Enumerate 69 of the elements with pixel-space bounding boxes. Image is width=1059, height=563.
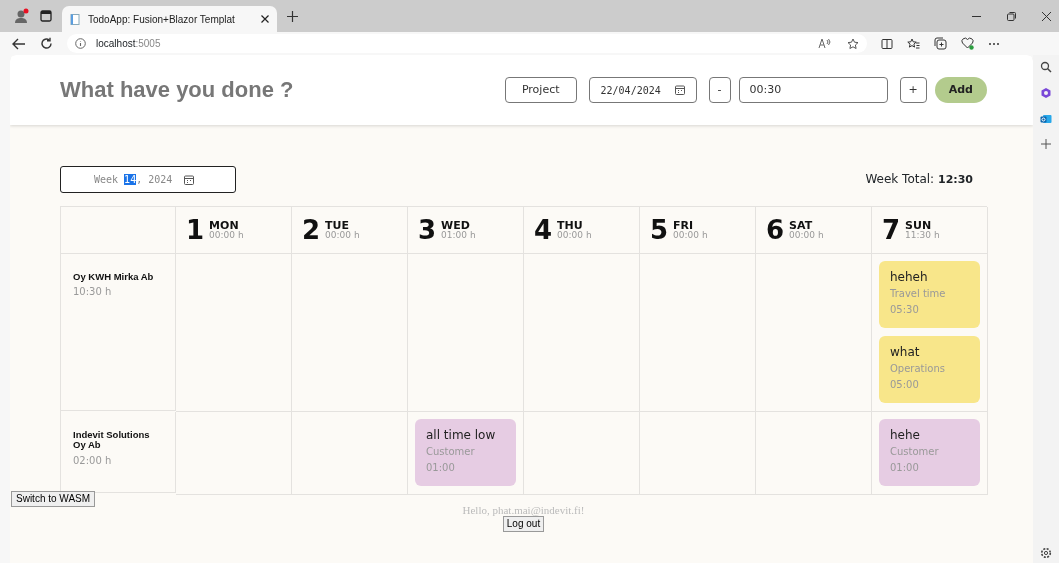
mail-icon[interactable] <box>1040 113 1052 125</box>
day-number: 6 <box>766 217 785 243</box>
minimize-icon[interactable] <box>972 15 981 17</box>
settings-icon[interactable] <box>1040 547 1052 559</box>
week-total: Week Total: 12:30 <box>865 171 973 189</box>
day-hours: 00:00 h <box>789 231 824 240</box>
plus-button[interactable]: + <box>899 77 927 103</box>
day-number: 1 <box>186 217 205 243</box>
tab-actions-icon[interactable] <box>40 10 52 22</box>
new-tab-icon[interactable] <box>287 10 298 22</box>
project-hours: 02:00 h <box>73 453 113 468</box>
time-entry-card[interactable]: heheh Travel time 05:30 <box>879 261 980 328</box>
day-name: WED <box>441 220 470 231</box>
day-number: 2 <box>302 217 321 243</box>
day-hours: 00:00 h <box>209 231 244 240</box>
day-number: 4 <box>534 217 553 243</box>
week-picker[interactable]: Week 14, 2024 <box>60 166 236 193</box>
collections-icon[interactable] <box>934 37 947 50</box>
info-icon[interactable] <box>75 38 86 49</box>
favorites-icon[interactable] <box>907 37 920 50</box>
more-icon[interactable] <box>988 41 1000 46</box>
duration-field[interactable]: 00:30 <box>738 77 888 103</box>
log-out-button[interactable]: Log out <box>502 516 545 532</box>
add-icon[interactable] <box>1041 139 1051 149</box>
day-name: MON <box>209 220 239 231</box>
day-number: 3 <box>418 217 437 243</box>
close-icon[interactable] <box>261 15 269 23</box>
health-icon[interactable] <box>961 37 974 50</box>
day-hours: 00:00 h <box>325 231 360 240</box>
project-button[interactable]: Project <box>504 77 577 103</box>
time-entry-card[interactable]: all time low Customer 01:00 <box>415 419 516 486</box>
add-button[interactable]: Add <box>934 77 987 103</box>
read-aloud-icon[interactable] <box>818 38 831 49</box>
day-name: SUN <box>905 220 933 231</box>
day-name: FRI <box>673 220 694 231</box>
back-icon[interactable] <box>12 37 26 50</box>
minus-button[interactable]: - <box>708 77 731 103</box>
search-icon[interactable] <box>1040 61 1052 73</box>
calendar-icon[interactable] <box>184 174 195 185</box>
project-name: Indevit Solutions Oy Ab <box>73 430 151 451</box>
split-screen-icon[interactable] <box>881 37 893 50</box>
day-hours: 00:00 h <box>673 231 708 240</box>
day-hours: 11:30 h <box>905 231 940 240</box>
project-hours: 10:30 h <box>73 285 113 300</box>
star-icon[interactable] <box>847 37 859 50</box>
day-number: 7 <box>882 217 901 243</box>
date-field[interactable]: 22/04/2024 <box>588 77 697 103</box>
day-name: SAT <box>789 220 813 231</box>
day-name: TUE <box>325 220 350 231</box>
reload-icon[interactable] <box>40 37 53 50</box>
browser-tab[interactable]: TodoApp: Fusion+Blazor Templat <box>62 6 277 32</box>
switch-to-wasm-button[interactable]: Switch to WASM <box>11 491 96 507</box>
copilot-icon[interactable] <box>1040 87 1052 99</box>
day-number: 5 <box>650 217 669 243</box>
page-icon <box>70 13 80 25</box>
url-text[interactable]: localhost:5005 <box>96 36 161 51</box>
profile-icon[interactable] <box>14 8 30 24</box>
day-name: THU <box>557 220 584 231</box>
close-icon[interactable] <box>1042 11 1051 21</box>
time-entry-card[interactable]: what Operations 05:00 <box>879 336 980 403</box>
restore-icon[interactable] <box>1007 11 1016 21</box>
day-hours: 00:00 h <box>557 231 592 240</box>
page-title: What have you done ? <box>60 76 294 104</box>
address-bar[interactable]: localhost:5005 <box>67 34 867 53</box>
day-hours: 01:00 h <box>441 231 476 240</box>
greeting-text: Hello, phat.mai@indevit.fi! <box>462 505 585 516</box>
calendar-icon[interactable] <box>674 85 685 95</box>
time-entry-card[interactable]: hehe Customer 01:00 <box>879 419 980 486</box>
project-name: Oy KWH Mirka Ab <box>73 272 155 283</box>
